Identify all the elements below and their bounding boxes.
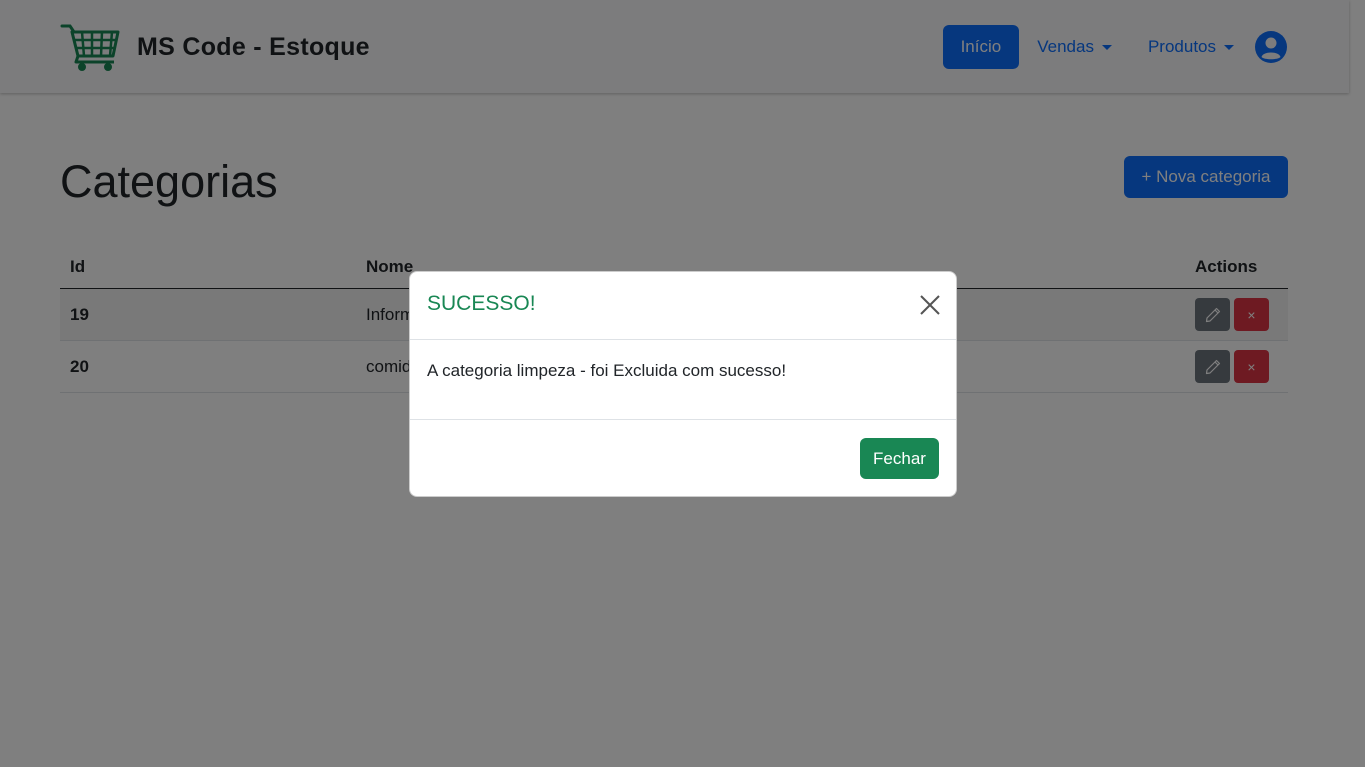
close-icon[interactable] [918, 293, 942, 317]
modal-footer: Fechar [410, 419, 956, 496]
fechar-button[interactable]: Fechar [860, 438, 939, 479]
modal-title: SUCESSO! [427, 292, 536, 315]
modal-header: SUCESSO! [410, 272, 956, 340]
modal-message: A categoria limpeza - foi Excluida com s… [427, 361, 787, 380]
success-modal: SUCESSO! A categoria limpeza - foi Exclu… [409, 271, 957, 497]
